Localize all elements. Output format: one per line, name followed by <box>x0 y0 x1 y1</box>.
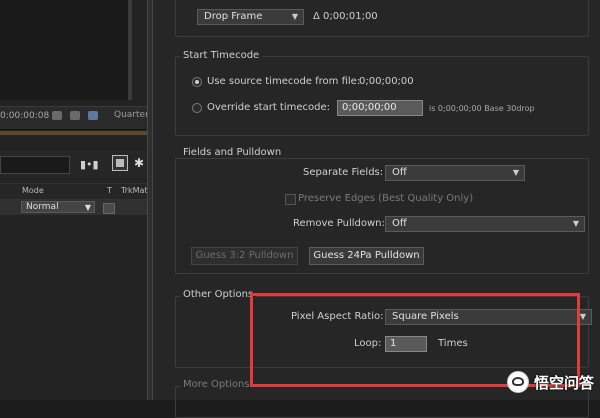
remove-pulldown-label: Remove Pulldown: <box>293 218 385 229</box>
separate-fields-value: Off <box>392 167 407 178</box>
camera-icon[interactable] <box>52 111 62 120</box>
preserve-transparency-checkbox[interactable] <box>103 203 115 214</box>
remove-pulldown-value: Off <box>392 218 407 229</box>
column-header-mode: Mode <box>22 186 44 195</box>
timeline-panel: 0:00:00:08 Quarter ▮•▮ ✱ Mode T TrkMat N… <box>0 0 149 400</box>
start-timecode-group <box>175 56 589 136</box>
drop-frame-delta: Δ 0;00;01;00 <box>313 11 378 22</box>
layer-search-input[interactable] <box>0 156 70 174</box>
separate-fields-label: Separate Fields: <box>303 167 384 178</box>
blend-mode-select[interactable]: Normal ▼ <box>21 201 95 213</box>
separate-fields-select[interactable]: Off ▼ <box>385 165 525 181</box>
chevron-down-icon: ▼ <box>291 12 298 21</box>
viewer-divider <box>128 0 130 100</box>
source-timecode-value: 0;00;00;00 <box>359 76 414 87</box>
column-header-trkmat: TrkMat <box>121 186 148 195</box>
motion-blur-icon[interactable]: ✱ <box>134 156 144 170</box>
current-timecode[interactable]: 0:00:00:08 <box>0 111 49 121</box>
chevron-down-icon: ▼ <box>579 312 586 321</box>
chevron-down-icon: ▼ <box>84 203 91 212</box>
wukong-logo-icon <box>506 371 529 393</box>
more-options-title[interactable]: More Options <box>180 379 253 390</box>
resolution-select[interactable]: Quarter <box>114 110 149 120</box>
chevron-down-icon: ▼ <box>572 219 579 228</box>
override-start-timecode-label[interactable]: Override start timecode: <box>207 102 330 113</box>
remove-pulldown-select[interactable]: Off ▼ <box>385 216 585 232</box>
fields-pulldown-title: Fields and Pulldown <box>180 147 285 158</box>
preserve-edges-checkbox[interactable] <box>285 194 296 205</box>
panel-active-bar <box>0 131 147 135</box>
watermark-text: 悟空问答 <box>533 373 594 392</box>
snapshot-icon[interactable] <box>70 111 80 120</box>
column-header-t: T <box>107 186 112 195</box>
override-start-timecode-radio[interactable] <box>192 103 202 113</box>
composition-viewer[interactable] <box>0 0 132 100</box>
draft-3d-icon[interactable]: ▮•▮ <box>80 158 99 171</box>
other-options-title: Other Options <box>180 289 257 300</box>
composition-flowchart-icon[interactable] <box>112 155 128 171</box>
drop-frame-select[interactable]: Drop Frame ▼ <box>197 9 304 25</box>
watermark: 悟空问答 <box>506 370 594 394</box>
use-source-timecode-radio[interactable] <box>192 77 202 87</box>
start-timecode-title: Start Timecode <box>180 50 263 61</box>
override-timecode-info: is 0;00;00;00 Base 30drop <box>429 104 535 113</box>
override-timecode-value: 0;00;00;00 <box>342 102 397 113</box>
drop-frame-value: Drop Frame <box>204 11 263 22</box>
override-timecode-input[interactable]: 0;00;00;00 <box>337 100 423 116</box>
color-channel-icon[interactable] <box>88 111 98 120</box>
guess-24pa-pulldown-button[interactable]: Guess 24Pa Pulldown <box>309 247 424 265</box>
blend-mode-value: Normal <box>26 202 59 212</box>
use-source-timecode-label[interactable]: Use source timecode from file: <box>207 76 360 87</box>
chevron-down-icon: ▼ <box>512 168 519 177</box>
guess-32-pulldown-button[interactable]: Guess 3:2 Pulldown <box>191 247 298 265</box>
preserve-edges-label: Preserve Edges (Best Quality Only) <box>298 193 474 204</box>
